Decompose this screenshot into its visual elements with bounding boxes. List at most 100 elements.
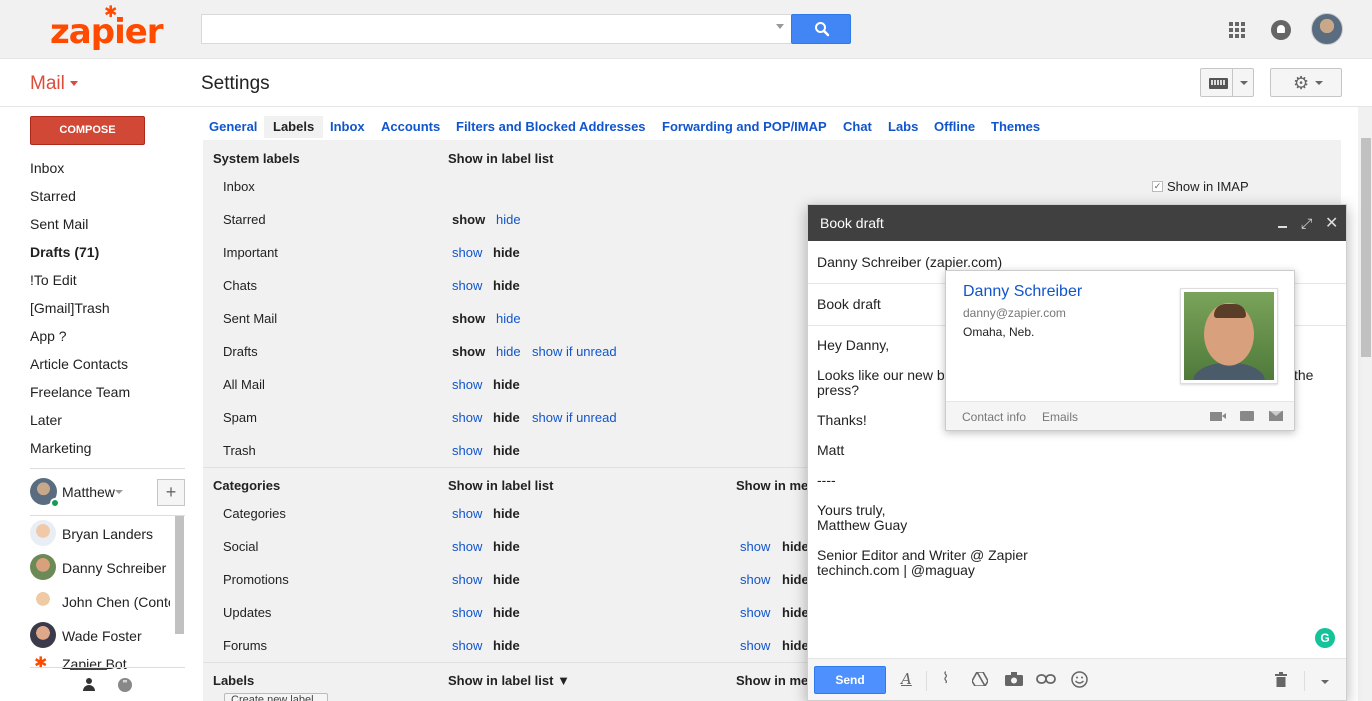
notifications-bell-icon[interactable] [1271, 20, 1291, 40]
apps-grid-icon[interactable] [1229, 22, 1245, 38]
body-text[interactable]: press? [817, 383, 859, 398]
hide-link[interactable]: hide [496, 212, 521, 227]
input-tools-button[interactable] [1200, 68, 1254, 97]
tab-inbox[interactable]: Inbox [330, 119, 365, 134]
mail-icon[interactable] [1269, 411, 1283, 421]
mail-switcher[interactable]: Mail [30, 73, 65, 95]
body-text[interactable]: Thanks! [817, 413, 867, 428]
show-in-label-list-sort-header[interactable]: Show in label list ▼ [448, 673, 570, 688]
sidebar-item-marketing[interactable]: Marketing [30, 440, 91, 456]
body-text[interactable]: ---- [817, 473, 836, 488]
attach-icon[interactable]: ⌇ [942, 671, 949, 687]
tab-general[interactable]: General [209, 119, 257, 134]
send-button[interactable]: Send [814, 666, 886, 694]
show-link[interactable]: show [452, 638, 482, 653]
settings-button[interactable]: ⚙ [1270, 68, 1342, 97]
sidebar-item-inbox[interactable]: Inbox [30, 160, 64, 176]
expand-icon[interactable]: ⤢ [1301, 215, 1312, 232]
show-if-unread-link[interactable]: show if unread [532, 344, 617, 359]
show-in-message-list-header: Show in me [736, 673, 809, 688]
show-link[interactable]: show [452, 410, 482, 425]
sidebar-item-starred[interactable]: Starred [30, 188, 76, 204]
sidebar-item-freelance-team[interactable]: Freelance Team [30, 384, 130, 400]
hangouts-icon[interactable]: " [118, 678, 132, 692]
tab-labels[interactable]: Labels [273, 119, 314, 134]
search-input[interactable] [201, 14, 792, 44]
list-item[interactable]: Wade Foster [62, 628, 170, 644]
list-item[interactable]: John Chen (Content Marketing) [62, 594, 170, 610]
show-link[interactable]: show [452, 506, 482, 521]
drive-icon[interactable] [972, 672, 988, 686]
body-text[interactable]: Hey Danny, [817, 338, 889, 353]
hide-link[interactable]: hide [496, 344, 521, 359]
chat-icon[interactable] [1240, 411, 1254, 421]
subject-field[interactable]: Book draft [817, 296, 881, 312]
create-new-label-button[interactable]: Create new label [224, 693, 328, 701]
show-link[interactable]: show [452, 539, 482, 554]
chevron-down-icon[interactable] [70, 81, 78, 86]
sidebar-item-article-contacts[interactable]: Article Contacts [30, 356, 128, 372]
compose-header[interactable]: Book draft ⤢ ✕ [808, 205, 1346, 241]
show-link[interactable]: show [452, 443, 482, 458]
contacts-tab[interactable] [70, 668, 107, 701]
search-options-caret-icon[interactable] [776, 24, 784, 29]
show-link[interactable]: show [452, 278, 482, 293]
emails-link[interactable]: Emails [1042, 410, 1078, 424]
minimize-icon[interactable] [1278, 226, 1287, 228]
show-link[interactable]: show [740, 572, 770, 587]
search-button[interactable] [791, 14, 851, 44]
sidebar-item-gmail-trash[interactable]: [Gmail]Trash [30, 300, 110, 316]
tab-accounts[interactable]: Accounts [381, 119, 440, 134]
compose-button[interactable]: COMPOSE [30, 116, 145, 145]
sidebar-item-app[interactable]: App ? [30, 328, 67, 344]
show-link[interactable]: show [740, 638, 770, 653]
show-link[interactable]: show [740, 539, 770, 554]
tab-forwarding[interactable]: Forwarding and POP/IMAP [662, 119, 827, 134]
show-link[interactable]: show [740, 605, 770, 620]
link-icon[interactable] [1036, 673, 1056, 685]
chevron-down-icon[interactable] [115, 490, 123, 494]
show-link[interactable]: show [452, 377, 482, 392]
tab-filters[interactable]: Filters and Blocked Addresses [456, 119, 646, 134]
show-link[interactable]: show [452, 605, 482, 620]
tab-offline[interactable]: Offline [934, 119, 975, 134]
show-link[interactable]: show [452, 572, 482, 587]
chevron-down-icon[interactable] [1240, 81, 1248, 85]
show-if-unread-link[interactable]: show if unread [532, 410, 617, 425]
emoji-icon[interactable] [1071, 671, 1088, 688]
body-text[interactable]: techinch.com | @maguay [817, 563, 975, 578]
sidebar-item-sent-mail[interactable]: Sent Mail [30, 216, 88, 232]
more-options-caret-icon[interactable] [1321, 680, 1329, 684]
formatting-icon[interactable]: A [901, 671, 912, 687]
page-scrollbar-thumb[interactable] [1361, 138, 1371, 357]
list-item[interactable]: Danny Schreiber [62, 560, 170, 576]
add-contact-button[interactable]: + [157, 479, 185, 506]
body-text[interactable]: Matthew Guay [817, 518, 907, 533]
show-in-imap-checkbox[interactable]: ✓ [1152, 181, 1163, 192]
sidebar-item-later[interactable]: Later [30, 412, 62, 428]
hide-link[interactable]: hide [496, 311, 521, 326]
tab-chat[interactable]: Chat [843, 119, 872, 134]
camera-icon[interactable] [1005, 672, 1023, 686]
chat-self-name[interactable]: Matthew [62, 484, 115, 500]
grammarly-icon[interactable]: G [1315, 628, 1335, 648]
show-link[interactable]: show [452, 245, 482, 260]
list-item[interactable]: Bryan Landers [62, 526, 170, 542]
video-call-icon[interactable] [1210, 412, 1226, 421]
body-text[interactable]: Senior Editor and Writer @ Zapier [817, 548, 1028, 563]
trash-icon[interactable] [1275, 672, 1287, 687]
contact-info-link[interactable]: Contact info [962, 410, 1026, 424]
body-text[interactable]: Yours truly, [817, 503, 885, 518]
contact-name-link[interactable]: Danny Schreiber [963, 283, 1082, 301]
recipient-field[interactable]: Danny Schreiber (zapier.com) [817, 254, 1002, 270]
body-text[interactable]: Looks like our new boo [817, 368, 960, 383]
tab-labs[interactable]: Labs [888, 119, 918, 134]
account-avatar[interactable] [1311, 13, 1343, 45]
sidebar-item-drafts[interactable]: Drafts (71) [30, 244, 99, 260]
tab-themes[interactable]: Themes [991, 119, 1040, 134]
body-text[interactable]: Matt [817, 443, 844, 458]
close-icon[interactable]: ✕ [1325, 213, 1338, 233]
sidebar-item-to-edit[interactable]: !To Edit [30, 272, 77, 288]
chat-scrollbar[interactable] [175, 516, 184, 634]
body-text[interactable]: the [1294, 368, 1313, 383]
